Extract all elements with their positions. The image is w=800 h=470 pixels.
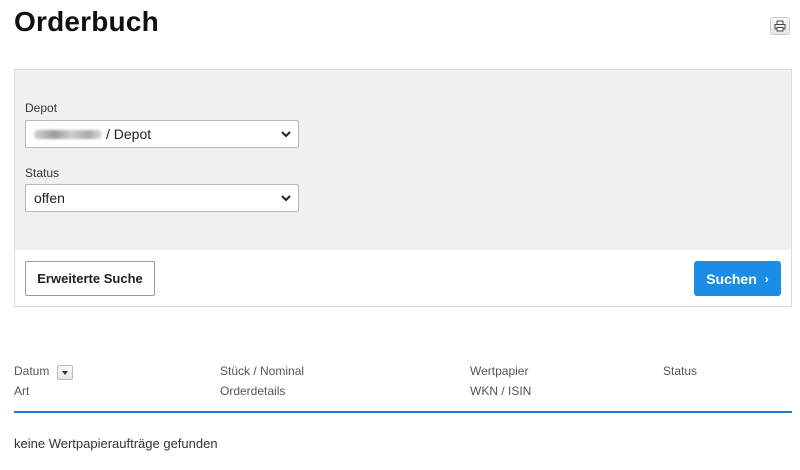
column-header-orderdetails: Orderdetails xyxy=(220,384,286,398)
sort-down-icon xyxy=(62,370,68,375)
column-header-wertpapier: Wertpapier xyxy=(470,364,529,378)
search-button-label: Suchen xyxy=(706,270,757,287)
advanced-search-button[interactable]: Erweiterte Suche xyxy=(25,261,155,296)
column-header-wkn-isin: WKN / ISIN xyxy=(470,384,532,398)
status-select[interactable]: offen xyxy=(25,184,299,212)
search-form-area: Depot / Depot Status offen xyxy=(15,70,791,250)
orderbook-page: Orderbuch Depot / Depot Status offen Erw… xyxy=(0,0,800,470)
search-panel: Depot / Depot Status offen Erweiterte Su… xyxy=(14,69,792,307)
depot-select-value: / Depot xyxy=(106,126,152,142)
column-header-stueck-nominal: Stück / Nominal xyxy=(220,364,305,378)
table-header-divider xyxy=(14,411,792,413)
printer-icon xyxy=(774,20,786,32)
page-title: Orderbuch xyxy=(14,6,159,37)
sort-button[interactable] xyxy=(57,365,73,380)
chevron-down-icon xyxy=(281,195,291,202)
depot-select[interactable]: / Depot xyxy=(25,120,299,148)
column-header-datum[interactable]: Datum xyxy=(14,364,49,378)
chevron-right-icon: › xyxy=(764,271,769,286)
redacted-account-number xyxy=(34,129,102,139)
status-select-value: offen xyxy=(34,190,65,206)
depot-label: Depot xyxy=(25,101,58,115)
print-button[interactable] xyxy=(770,17,790,35)
column-header-status: Status xyxy=(663,364,698,378)
column-header-art: Art xyxy=(14,384,30,398)
empty-results-message: keine Wertpapieraufträge gefunden xyxy=(14,436,218,451)
chevron-down-icon xyxy=(281,131,291,138)
search-button[interactable]: Suchen › xyxy=(694,261,781,296)
status-label: Status xyxy=(25,166,60,180)
